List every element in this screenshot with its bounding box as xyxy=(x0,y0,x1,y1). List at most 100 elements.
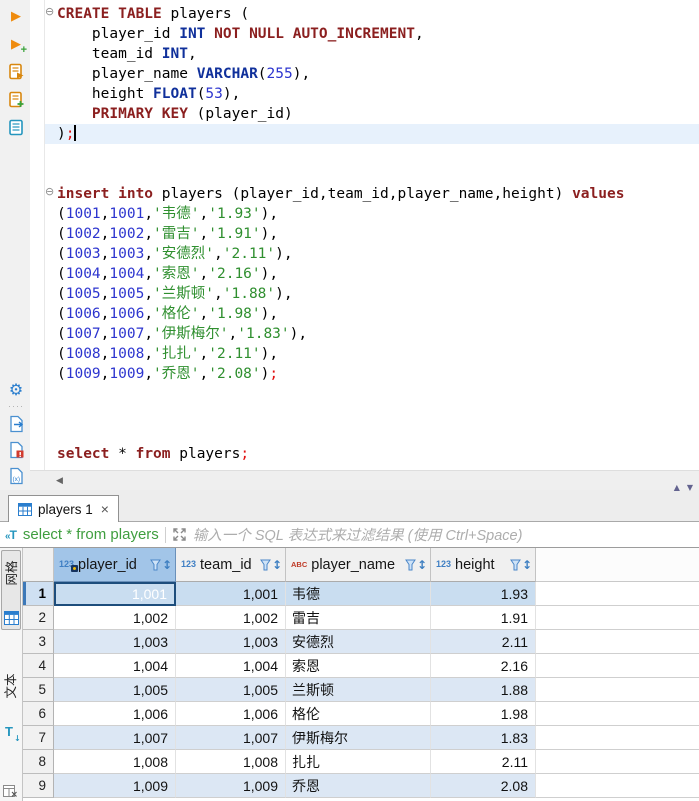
code-line[interactable] xyxy=(57,144,699,164)
export-result-button[interactable] xyxy=(6,414,26,434)
presentation-tab-grid[interactable]: 网格 xyxy=(1,550,21,630)
code-line[interactable]: (1005,1005,'兰斯顿','1.88'), xyxy=(57,284,699,304)
cell-player_name[interactable]: 索恩 xyxy=(286,654,431,678)
code-line[interactable] xyxy=(57,404,699,424)
code-line[interactable]: (1001,1001,'韦德','1.93'), xyxy=(57,204,699,224)
execute-script-button[interactable] xyxy=(6,61,26,81)
sort-icon[interactable]: ↕ xyxy=(162,559,172,571)
code-line[interactable]: (1006,1006,'格伦','1.98'), xyxy=(57,304,699,324)
sort-icon[interactable]: ↕ xyxy=(272,559,282,571)
sort-icon[interactable]: ↕ xyxy=(522,559,532,571)
code-line[interactable]: player_name VARCHAR(255), xyxy=(57,64,699,84)
cell-height[interactable]: 1.91 xyxy=(431,606,536,630)
cell-player_name[interactable]: 扎扎 xyxy=(286,750,431,774)
filter-funnel-icon[interactable] xyxy=(405,559,416,571)
panels-toggle-icon[interactable] xyxy=(3,784,17,798)
code-line[interactable]: (1007,1007,'伊斯梅尔','1.83'), xyxy=(57,324,699,344)
settings-button[interactable]: ⚙ xyxy=(6,380,26,400)
cell-player_name[interactable]: 兰斯顿 xyxy=(286,678,431,702)
filter-funnel-icon[interactable] xyxy=(150,559,161,571)
filter-input-placeholder[interactable]: 输入一个 SQL 表达式来过滤结果 (使用 Ctrl+Space) xyxy=(193,524,523,545)
sql-editor[interactable]: ⊖ ⊖ CREATE TABLE players ( player_id INT… xyxy=(30,0,699,470)
cell-height[interactable]: 1.88 xyxy=(431,678,536,702)
code-line[interactable]: (1004,1004,'索恩','2.16'), xyxy=(57,264,699,284)
code-line[interactable]: (1002,1002,'雷吉','1.91'), xyxy=(57,224,699,244)
cell-player_id[interactable]: 1,009 xyxy=(54,774,176,798)
row-header[interactable]: 1 xyxy=(23,582,54,606)
cell-team_id[interactable]: 1,003 xyxy=(176,630,286,654)
expand-filter-icon[interactable] xyxy=(172,527,187,542)
cell-team_id[interactable]: 1,006 xyxy=(176,702,286,726)
minimize-panel-icon[interactable]: ▲ xyxy=(674,483,680,492)
code-line[interactable]: (1008,1008,'扎扎','2.11'), xyxy=(57,344,699,364)
row-header[interactable]: 2 xyxy=(23,606,54,630)
cell-player_id[interactable]: 1,008 xyxy=(54,750,176,774)
fold-marker-icon[interactable]: ⊖ xyxy=(45,186,57,198)
cell-team_id[interactable]: 1,004 xyxy=(176,654,286,678)
row-header[interactable]: 5 xyxy=(23,678,54,702)
grid-corner-cell[interactable] xyxy=(23,548,54,582)
execute-statement-button[interactable]: ▶ xyxy=(6,5,26,25)
filter-expression-icon[interactable]: «T xyxy=(5,528,17,542)
close-tab-icon[interactable]: × xyxy=(101,501,109,517)
script-variables-button[interactable]: (x) xyxy=(6,466,26,486)
code-line[interactable] xyxy=(57,164,699,184)
code-line[interactable]: player_id INT NOT NULL AUTO_INCREMENT, xyxy=(57,24,699,44)
cell-player_name[interactable]: 乔恩 xyxy=(286,774,431,798)
editor-horizontal-scrollbar[interactable]: ◀ xyxy=(30,470,699,490)
maximize-panel-icon[interactable]: ▼ xyxy=(687,483,693,492)
cell-player_id[interactable]: 1,005 xyxy=(54,678,176,702)
scroll-left-icon[interactable]: ◀ xyxy=(56,476,63,486)
column-header-team-id[interactable]: 123 team_id ↕ xyxy=(176,548,286,582)
code-line[interactable]: ); xyxy=(57,124,699,144)
cell-height[interactable]: 1.98 xyxy=(431,702,536,726)
cell-team_id[interactable]: 1,009 xyxy=(176,774,286,798)
cell-height[interactable]: 1.83 xyxy=(431,726,536,750)
code-line[interactable]: PRIMARY KEY (player_id) xyxy=(57,104,699,124)
cell-team_id[interactable]: 1,005 xyxy=(176,678,286,702)
cell-player_name[interactable]: 韦德 xyxy=(286,582,431,606)
sort-icon[interactable]: ↕ xyxy=(417,559,427,571)
cell-player_id[interactable]: 1,001 xyxy=(54,582,176,606)
cell-player_name[interactable]: 安德烈 xyxy=(286,630,431,654)
cell-team_id[interactable]: 1,001 xyxy=(176,582,286,606)
filter-funnel-icon[interactable] xyxy=(260,559,271,571)
filter-funnel-icon[interactable] xyxy=(510,559,521,571)
cell-player_name[interactable]: 格伦 xyxy=(286,702,431,726)
code-line[interactable] xyxy=(57,424,699,444)
cell-height[interactable]: 2.11 xyxy=(431,630,536,654)
column-header-player-name[interactable]: ABC player_name ↕ xyxy=(286,548,431,582)
presentation-tab-text[interactable]: 文本 T ↓ xyxy=(1,660,21,744)
cell-player_id[interactable]: 1,006 xyxy=(54,702,176,726)
row-header[interactable]: 3 xyxy=(23,630,54,654)
cell-team_id[interactable]: 1,008 xyxy=(176,750,286,774)
execute-in-new-tab-button[interactable]: ▶ + xyxy=(6,33,27,56)
cell-team_id[interactable]: 1,007 xyxy=(176,726,286,750)
sql-code[interactable]: CREATE TABLE players ( player_id INT NOT… xyxy=(57,4,699,464)
cell-height[interactable]: 2.08 xyxy=(431,774,536,798)
cell-height[interactable]: 2.11 xyxy=(431,750,536,774)
code-line[interactable]: team_id INT, xyxy=(57,44,699,64)
code-line[interactable]: height FLOAT(53), xyxy=(57,84,699,104)
column-header-player-id[interactable]: 123 player_id ↕ xyxy=(54,548,176,582)
code-line[interactable]: (1009,1009,'乔恩','2.08'); xyxy=(57,364,699,384)
fold-marker-icon[interactable]: ⊖ xyxy=(45,6,57,18)
code-line[interactable]: select * from players; xyxy=(57,444,699,464)
cell-player_id[interactable]: 1,003 xyxy=(54,630,176,654)
row-header[interactable]: 4 xyxy=(23,654,54,678)
row-header[interactable]: 6 xyxy=(23,702,54,726)
cell-player_name[interactable]: 伊斯梅尔 xyxy=(286,726,431,750)
cell-player_id[interactable]: 1,007 xyxy=(54,726,176,750)
execute-script-new-tab-button[interactable] xyxy=(6,89,26,109)
cell-player_id[interactable]: 1,002 xyxy=(54,606,176,630)
script-error-button[interactable] xyxy=(6,440,26,460)
row-header[interactable]: 7 xyxy=(23,726,54,750)
code-line[interactable]: insert into players (player_id,team_id,p… xyxy=(57,184,699,204)
cell-height[interactable]: 2.16 xyxy=(431,654,536,678)
result-tab-players[interactable]: players 1 × xyxy=(8,495,119,522)
cell-height[interactable]: 1.93 xyxy=(431,582,536,606)
cell-player_id[interactable]: 1,004 xyxy=(54,654,176,678)
column-header-height[interactable]: 123 height ↕ xyxy=(431,548,536,582)
filter-query-text[interactable]: select * from players xyxy=(23,526,159,543)
code-line[interactable]: (1003,1003,'安德烈','2.11'), xyxy=(57,244,699,264)
